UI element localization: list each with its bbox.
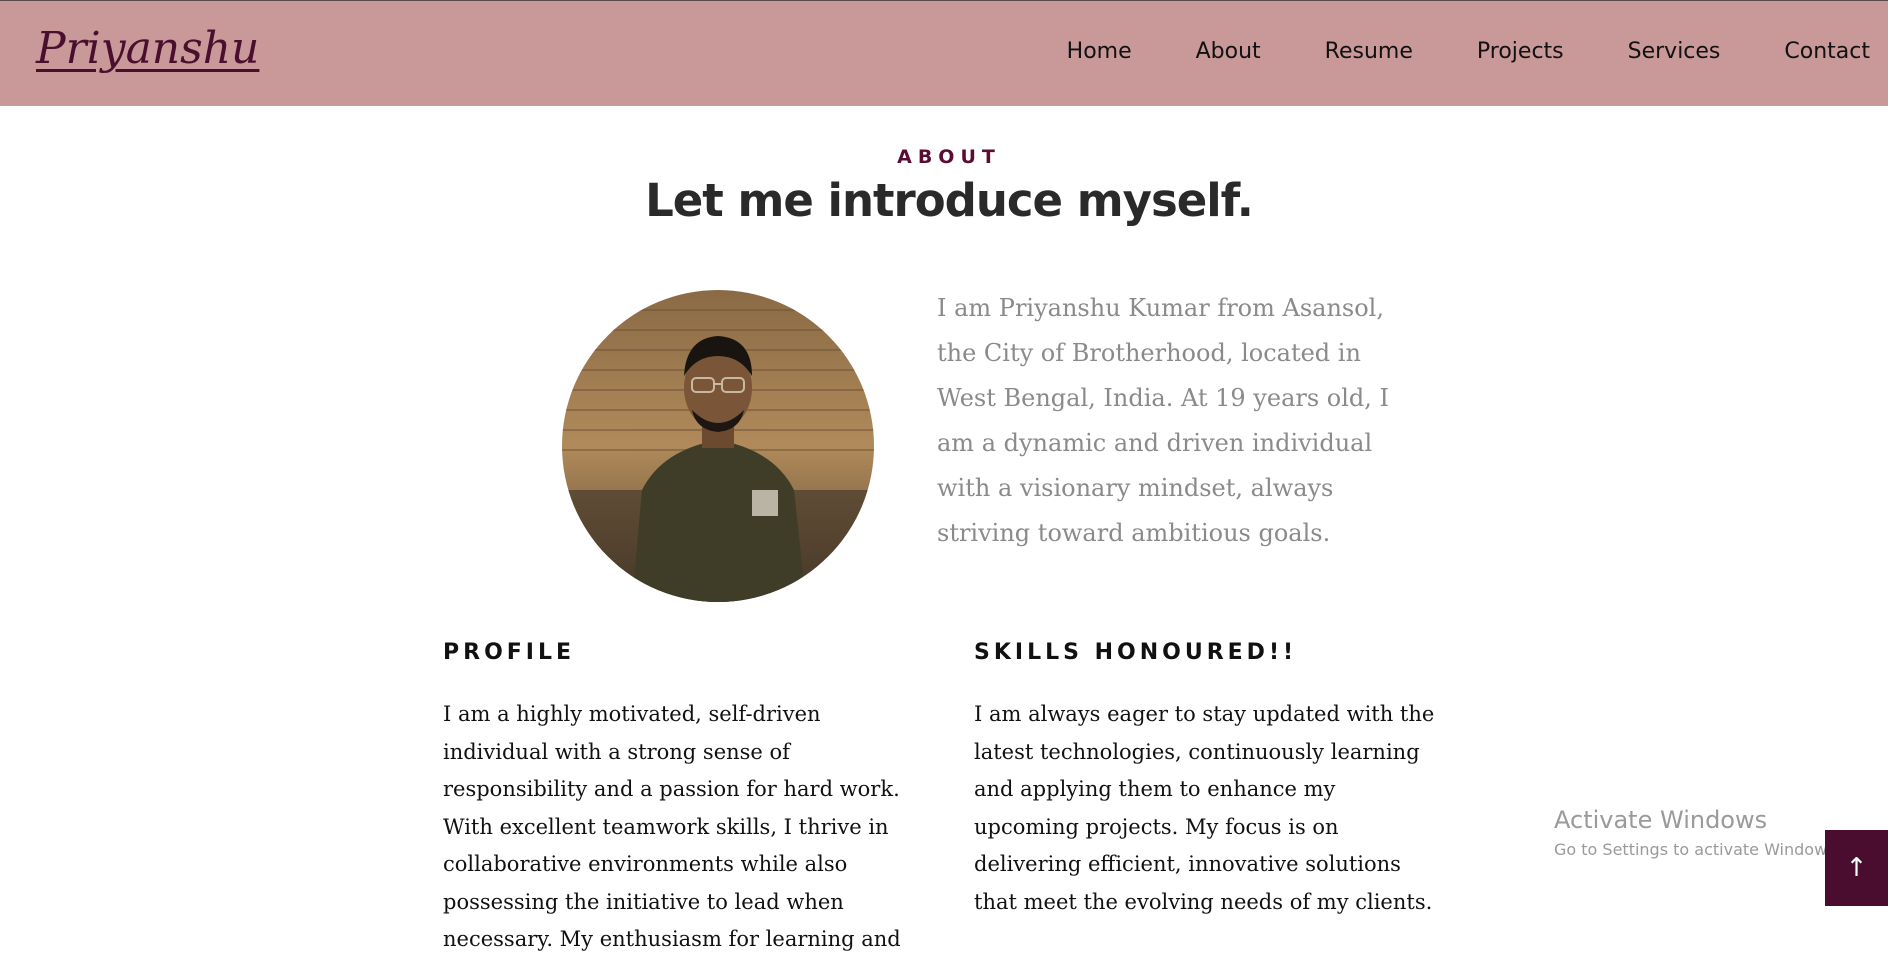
profile-heading: PROFILE bbox=[443, 640, 576, 665]
nav-services[interactable]: Services bbox=[1628, 39, 1721, 64]
skills-text: I am always eager to stay updated with t… bbox=[974, 702, 1435, 914]
nav-contact[interactable]: Contact bbox=[1784, 39, 1870, 64]
nav-projects[interactable]: Projects bbox=[1477, 39, 1564, 64]
arrow-up-icon: ↑ bbox=[1845, 853, 1868, 883]
profile-text: I am a highly motivated, self-driven ind… bbox=[443, 702, 901, 951]
section-eyebrow: ABOUT bbox=[897, 146, 1001, 168]
nav-about[interactable]: About bbox=[1196, 39, 1261, 64]
nav-resume[interactable]: Resume bbox=[1325, 39, 1413, 64]
scroll-to-top-button[interactable]: ↑ bbox=[1825, 830, 1888, 906]
navbar: Priyanshu Home About Resume Projects Ser… bbox=[0, 0, 1888, 106]
profile-photo bbox=[562, 290, 874, 602]
intro-paragraph: I am Priyanshu Kumar from Asansol, the C… bbox=[937, 294, 1390, 547]
nav-home[interactable]: Home bbox=[1067, 39, 1132, 64]
profile-photo-illustration bbox=[562, 290, 874, 602]
nav-menu: Home About Resume Projects Services Cont… bbox=[1003, 39, 1870, 64]
page-title: Let me introduce myself. bbox=[645, 174, 1254, 227]
windows-activation-watermark: Activate Windows Go to Settings to activ… bbox=[1554, 806, 1841, 859]
skills-heading: SKILLS HONOURED!! bbox=[974, 640, 1298, 665]
watermark-title: Activate Windows bbox=[1554, 806, 1768, 834]
watermark-subtitle: Go to Settings to activate Windows. bbox=[1554, 840, 1841, 859]
brand-logo[interactable]: Priyanshu bbox=[36, 23, 259, 74]
